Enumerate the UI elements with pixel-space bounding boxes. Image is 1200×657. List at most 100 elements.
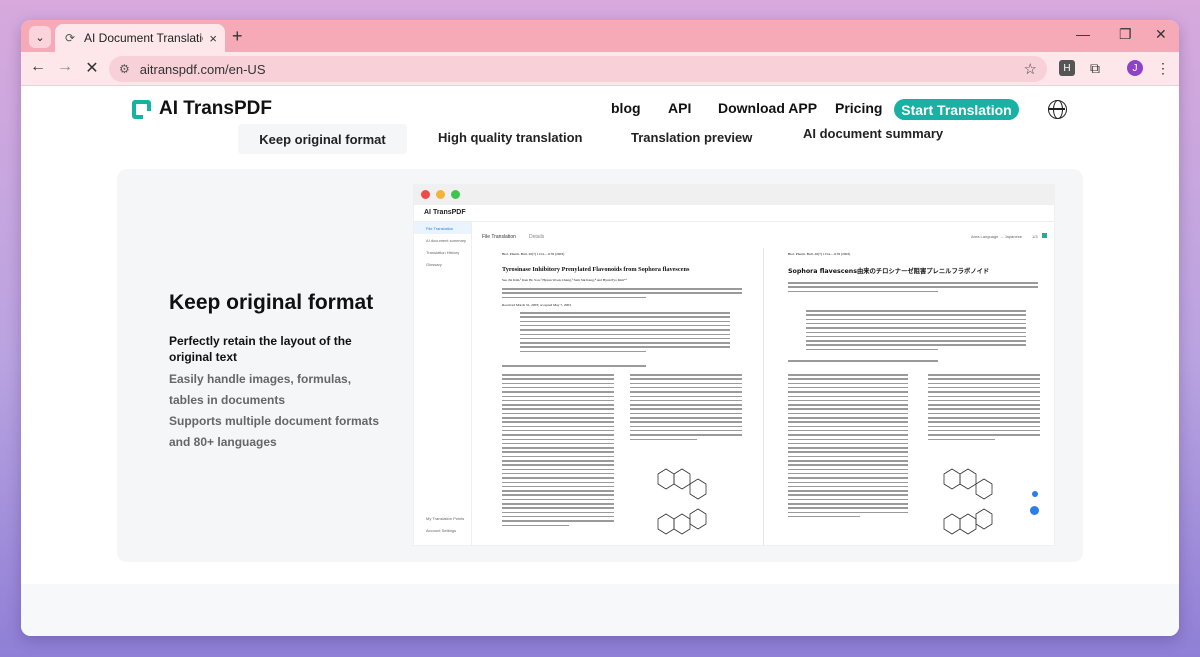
text-line [502, 378, 614, 380]
text-line [788, 442, 908, 445]
tab-close-icon[interactable]: × [209, 31, 217, 46]
text-line [928, 408, 1040, 410]
extension-h-icon[interactable]: H [1059, 60, 1075, 76]
text-line [788, 395, 908, 398]
text-line [502, 455, 614, 458]
text-line [502, 498, 614, 501]
start-translation-button[interactable]: Start Translation [894, 99, 1019, 120]
mock-app-name: AI TransPDF [424, 209, 466, 216]
text-line [788, 503, 908, 505]
text-line [520, 316, 730, 318]
text-line [502, 417, 614, 419]
text-line [806, 322, 1026, 325]
profile-avatar[interactable]: J [1127, 60, 1143, 76]
mock-pages: 1/3 [1032, 234, 1038, 239]
text-line [806, 331, 1026, 334]
text-line [502, 438, 614, 441]
forward-icon[interactable]: → [54, 58, 76, 76]
text-line [788, 360, 938, 362]
nav-blog[interactable]: blog [611, 100, 641, 116]
text-line [630, 404, 742, 406]
tab-keep-original-format[interactable]: Keep original format [238, 124, 407, 154]
extensions-puzzle-icon[interactable]: ⧉ [1087, 60, 1103, 76]
text-line [806, 340, 1026, 342]
doc-header: Biol. Pharm. Bull. 26(7) 1154—1159 (2003… [502, 252, 565, 256]
text-line [788, 412, 908, 415]
text-line [788, 399, 908, 402]
text-line [788, 290, 938, 293]
text-line [806, 314, 1026, 316]
support-icon[interactable] [1030, 506, 1039, 515]
browser-tab[interactable]: ⟳ AI Document Translation | supp × [55, 24, 225, 52]
feature-point: Supports multiple document formats and 8… [169, 414, 380, 449]
mock-breadcrumb: File Translation [482, 234, 516, 240]
text-line [502, 395, 614, 398]
text-line [788, 515, 860, 518]
text-line [502, 292, 742, 294]
bookmark-star-icon[interactable]: ☆ [1024, 60, 1037, 78]
tab-search-icon[interactable]: ⌄ [29, 26, 51, 48]
text-line [788, 425, 908, 428]
minimize-dot-icon [436, 190, 445, 199]
text-line [928, 399, 1040, 402]
text-line [502, 464, 614, 466]
text-line [502, 429, 614, 432]
text-line [502, 460, 614, 462]
new-tab-icon[interactable]: + [232, 26, 243, 46]
text-line [502, 494, 614, 496]
text-line [788, 286, 1038, 288]
tab-ai-document-summary[interactable]: AI document summary [803, 126, 943, 141]
restore-icon[interactable]: ❐ [1119, 26, 1132, 43]
text-line [502, 485, 614, 488]
nav-pricing[interactable]: Pricing [835, 100, 882, 116]
text-line [502, 503, 614, 505]
doc-authors: Seo Jin Kim,¹ Kun Ho Son,² Hyeun Wook Ch… [502, 278, 627, 282]
text-line [502, 425, 614, 428]
text-line [502, 481, 614, 484]
text-line [806, 318, 1026, 321]
language-globe-icon[interactable] [1048, 100, 1067, 119]
molecule-figure [943, 468, 993, 535]
text-line [502, 442, 614, 445]
text-line [928, 395, 1040, 398]
text-line [630, 378, 742, 380]
text-line [928, 382, 1040, 385]
stop-loading-icon[interactable]: ✕ [81, 58, 103, 78]
mock-sidebar-item: AI document summary [426, 237, 467, 243]
doc-title: Sophora flavescens由来のチロシナーゼ阻害プレニルフラボノイド [788, 268, 990, 275]
text-line [520, 312, 730, 314]
mock-toolbar: File Translation Details Area Language →… [474, 232, 1054, 244]
browser-menu-icon[interactable]: ⋮ [1155, 60, 1171, 76]
tab-translation-preview[interactable]: Translation preview [631, 130, 752, 145]
text-line [630, 386, 742, 389]
text-line [788, 460, 908, 462]
page-divider [763, 248, 764, 545]
doc-received: Received March 31, 2003; accepted May 7,… [502, 303, 571, 307]
text-line [630, 417, 742, 419]
text-line [788, 477, 908, 479]
brand-logo[interactable]: AI TransPDF [132, 98, 272, 120]
text-line [788, 447, 908, 449]
address-bar[interactable]: ⚙ aitranspdf.com/en-US ☆ [109, 56, 1047, 82]
mock-sidebar-item: Glossary [426, 261, 442, 267]
text-line [788, 498, 908, 501]
text-line [806, 310, 1026, 312]
text-line [788, 485, 908, 488]
back-icon[interactable]: ← [27, 58, 49, 76]
minimize-icon[interactable]: — [1076, 26, 1090, 42]
text-line [630, 408, 742, 410]
chat-icon[interactable] [1032, 491, 1038, 497]
text-line [502, 404, 614, 406]
text-line [630, 395, 742, 398]
close-window-icon[interactable]: ✕ [1155, 26, 1167, 43]
url-text: aitranspdf.com/en-US [139, 61, 266, 77]
text-line [788, 494, 908, 496]
text-line [502, 391, 614, 393]
nav-download-app[interactable]: Download APP [718, 100, 817, 116]
text-line [788, 464, 908, 466]
text-line [520, 333, 730, 336]
tab-high-quality-translation[interactable]: High quality translation [438, 130, 582, 145]
nav-api[interactable]: API [668, 100, 691, 116]
text-line [630, 421, 742, 423]
site-info-icon[interactable]: ⚙ [119, 62, 130, 76]
